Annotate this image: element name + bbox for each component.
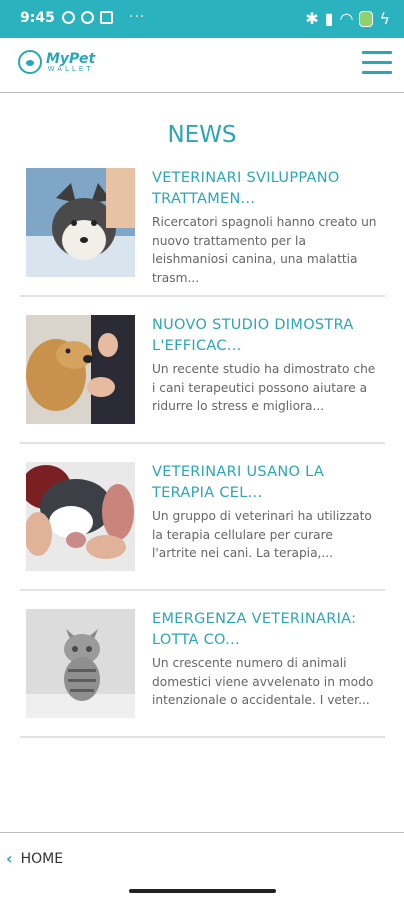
- logo-text: MyPet: [46, 50, 96, 67]
- news-description: Ricercatori spagnoli hanno creato un nuo…: [152, 215, 377, 285]
- page-title: NEWS: [167, 122, 237, 148]
- news-image-tabby-kitten: [26, 609, 135, 718]
- status-notification-icons: ···: [62, 9, 145, 25]
- bluetooth-icon: ✱: [305, 9, 319, 28]
- status-system-icons: ✱ ▮ ◠ ϟ: [305, 9, 390, 28]
- news-image-golden-retriever: [26, 315, 135, 424]
- status-time: 9:45: [20, 10, 55, 26]
- news-item[interactable]: VETERINARI USANO LA TERAPIA CEL... Un gr…: [20, 454, 385, 591]
- battery-icon: [359, 10, 374, 27]
- chevron-left-icon: ‹: [6, 849, 13, 868]
- news-list: VETERINARI SVILUPPANO TRATTAMEN... Ricer…: [20, 160, 385, 748]
- paw-icon: [18, 50, 42, 74]
- app-header: MyPet WALLET: [0, 38, 404, 93]
- news-title: EMERGENZA VETERINARIA: LOTTA CO...: [152, 611, 357, 648]
- home-button[interactable]: ‹ HOME: [6, 849, 63, 868]
- news-description: Un crescente numero di animali domestici…: [152, 656, 374, 707]
- whatsapp-icon: [62, 10, 75, 24]
- more-dots-icon: ···: [129, 9, 146, 25]
- charging-icon: ϟ: [379, 9, 390, 28]
- hamburger-menu-icon[interactable]: [362, 51, 392, 77]
- signal-icon: ▮: [324, 9, 334, 28]
- news-item[interactable]: EMERGENZA VETERINARIA: LOTTA CO... Un cr…: [20, 601, 385, 738]
- news-description: Un recente studio ha dimostrato che i ca…: [152, 362, 376, 413]
- gesture-home-indicator[interactable]: [129, 889, 276, 893]
- home-label: HOME: [20, 850, 64, 867]
- trash-icon: [100, 10, 113, 24]
- news-description: Un gruppo di veterinari ha utilizzato la…: [152, 509, 372, 560]
- news-image-husky: [26, 168, 135, 277]
- news-title: VETERINARI SVILUPPANO TRATTAMEN...: [152, 170, 340, 207]
- status-bar: 9:45 ··· ✱ ▮ ◠ ϟ: [0, 0, 404, 38]
- news-image-dog-held: [26, 462, 135, 571]
- news-title: NUOVO STUDIO DIMOSTRA L'EFFICAC...: [152, 317, 354, 354]
- wifi-icon: ◠: [339, 9, 354, 28]
- news-item[interactable]: VETERINARI SVILUPPANO TRATTAMEN... Ricer…: [20, 160, 385, 297]
- bottom-bar: ‹ HOME: [0, 832, 404, 883]
- news-title: VETERINARI USANO LA TERAPIA CEL...: [152, 464, 325, 501]
- news-item[interactable]: NUOVO STUDIO DIMOSTRA L'EFFICAC... Un re…: [20, 307, 385, 444]
- mypet-wallet-logo[interactable]: MyPet WALLET: [18, 50, 95, 74]
- app-icon: [81, 10, 94, 24]
- logo-subtext: WALLET: [47, 64, 94, 73]
